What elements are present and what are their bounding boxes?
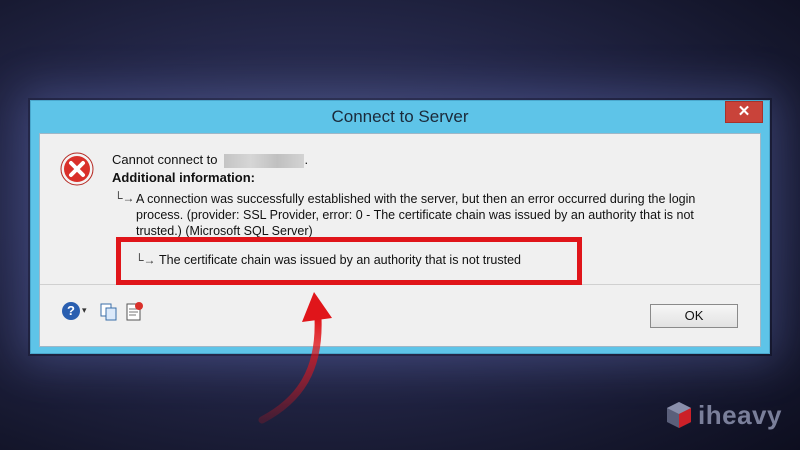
- dialog-title: Connect to Server: [331, 107, 469, 126]
- copy-message-icon[interactable]: [124, 302, 144, 322]
- sentence-period: .: [304, 152, 309, 167]
- cannot-connect-label: Cannot connect to: [112, 152, 218, 167]
- highlight-box: └→ The certificate chain was issued by a…: [116, 237, 582, 285]
- copy-icon[interactable]: [100, 303, 118, 321]
- help-dropdown-icon[interactable]: ▾: [82, 305, 87, 316]
- title-bar[interactable]: Connect to Server ✕: [31, 101, 769, 133]
- highlighted-error-text: The certificate chain was issued by an a…: [159, 253, 521, 267]
- iheavy-logo: iheavy: [664, 398, 784, 432]
- connect-dialog: Connect to Server ✕ Cannot connect to. A…: [30, 100, 770, 354]
- error-detail-text: A connection was successfully establishe…: [136, 192, 696, 238]
- close-button[interactable]: ✕: [725, 101, 763, 123]
- indent-arrow-icon: └→: [135, 253, 156, 267]
- ok-button[interactable]: OK: [650, 304, 738, 328]
- help-icon[interactable]: ?: [62, 302, 80, 320]
- cannot-connect-text: Cannot connect to.: [112, 152, 308, 168]
- error-icon: [60, 152, 94, 186]
- logo-mark-icon: [667, 402, 691, 428]
- additional-info-heading: Additional information:: [112, 170, 255, 185]
- indent-arrow-icon: └→: [114, 191, 135, 205]
- redacted-server-name: [223, 153, 304, 168]
- logo-text: iheavy: [698, 400, 782, 430]
